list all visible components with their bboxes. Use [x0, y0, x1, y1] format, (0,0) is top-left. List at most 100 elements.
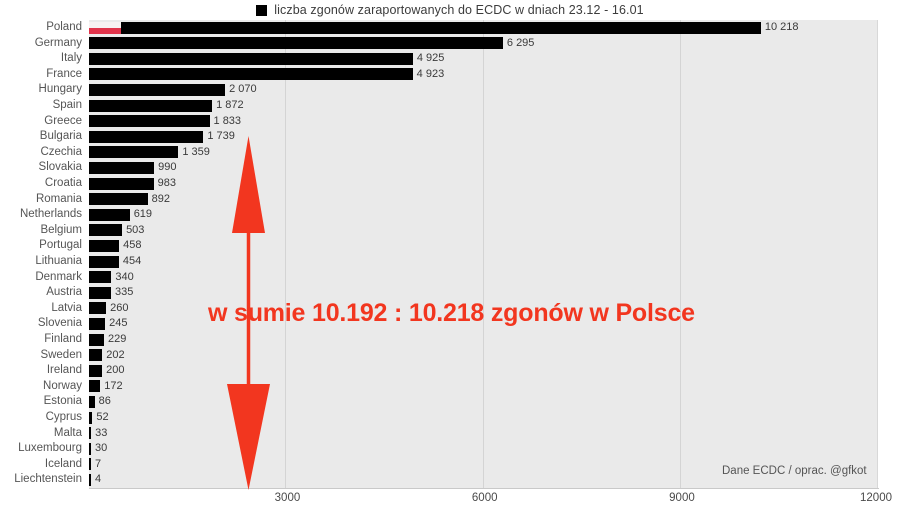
bar — [89, 115, 210, 128]
table-row: Portugal 458 — [0, 238, 900, 254]
table-row: France 4 923 — [0, 67, 900, 83]
category-label: Finland — [44, 333, 82, 345]
category-label: France — [46, 67, 82, 80]
category-label: Hungary — [38, 83, 82, 96]
bar — [89, 411, 93, 424]
category-label: Estonia — [43, 395, 82, 408]
value-label: 200 — [106, 364, 125, 377]
category-label: Portugal — [39, 239, 82, 252]
value-label: 1 833 — [213, 114, 242, 127]
flag-red-stripe — [89, 27, 121, 34]
table-row: Netherlands 619 — [0, 207, 900, 223]
value-label: 1 872 — [216, 99, 244, 111]
category-label: Bulgaria — [39, 130, 82, 143]
value-label: 202 — [106, 348, 125, 361]
category-label: Romania — [35, 192, 82, 205]
poland-flag-icon — [89, 21, 121, 34]
bar-rows: Poland 10 218 Germany 6 295 Italy 4 925 France… — [0, 20, 900, 488]
category-label: Cyprus — [45, 411, 82, 423]
bar — [89, 21, 761, 34]
value-label: 86 — [98, 395, 111, 408]
category-label: Germany — [34, 36, 82, 49]
value-label: 454 — [122, 255, 142, 267]
table-row: Germany 6 295 — [0, 36, 900, 52]
table-row: Malta 33 — [0, 426, 900, 442]
value-label: 2 070 — [229, 83, 257, 96]
category-label: Norway — [43, 379, 82, 392]
bar — [89, 349, 103, 362]
bar — [89, 364, 103, 377]
bar-chart: liczba zgonów zaraportowanych do ECDC w … — [0, 0, 900, 514]
bar — [89, 68, 413, 81]
value-label: 340 — [115, 270, 134, 283]
value-label: 503 — [126, 223, 145, 236]
table-row: Romania 892 — [0, 192, 900, 208]
bar — [89, 161, 155, 174]
x-axis: 3000 6000 9000 12000 — [0, 489, 900, 514]
bar — [89, 473, 91, 486]
bar — [89, 302, 107, 315]
value-label: 172 — [104, 379, 123, 392]
category-label: Lithuania — [35, 255, 82, 267]
category-label: Czechia — [40, 145, 82, 158]
value-label: 260 — [110, 301, 129, 314]
value-label: 52 — [96, 411, 109, 423]
bar — [89, 380, 101, 393]
table-row: Norway 172 — [0, 379, 900, 395]
table-row: Hungary 2 070 — [0, 82, 900, 98]
value-label: 983 — [157, 177, 176, 189]
value-label: 33 — [95, 426, 108, 439]
bar — [89, 286, 112, 299]
value-label: 7 — [95, 457, 102, 470]
x-axis-tick-label: 6000 — [471, 492, 498, 504]
bar — [89, 208, 130, 221]
square-swatch-icon — [256, 4, 268, 16]
category-label: Spain — [52, 99, 82, 111]
table-row: Bulgaria 1 739 — [0, 129, 900, 145]
category-label: Iceland — [44, 457, 82, 470]
value-label: 245 — [109, 317, 128, 330]
category-label: Slovakia — [38, 161, 82, 174]
x-axis-tick-label: 12000 — [860, 492, 892, 504]
bar — [89, 99, 213, 112]
category-label: Italy — [60, 52, 82, 65]
category-label: Denmark — [35, 270, 82, 283]
table-row: Ireland 200 — [0, 363, 900, 379]
table-row: Estonia 86 — [0, 394, 900, 410]
legend-label: liczba zgonów zaraportowanych do ECDC w … — [274, 3, 644, 17]
table-row: Greece 1 833 — [0, 114, 900, 130]
table-row: Czechia 1 359 — [0, 145, 900, 161]
bar — [89, 255, 119, 268]
bar — [89, 442, 91, 455]
category-label: Netherlands — [19, 208, 82, 221]
value-label: 458 — [123, 239, 142, 252]
category-label: Croatia — [44, 177, 82, 189]
bar — [89, 333, 105, 346]
table-row: Cyprus 52 — [0, 410, 900, 426]
bar — [89, 239, 120, 252]
category-label: Ireland — [46, 364, 82, 377]
bar — [89, 224, 123, 237]
bar — [89, 146, 179, 159]
category-label: Luxembourg — [18, 442, 82, 455]
bar — [89, 458, 91, 471]
value-label: 4 — [95, 473, 102, 486]
table-row: Luxembourg 30 — [0, 441, 900, 457]
table-row: Belgium 503 — [0, 223, 900, 239]
x-axis-tick-label: 3000 — [274, 492, 301, 504]
category-label: Liechtenstein — [14, 473, 82, 486]
table-row: Finland 229 — [0, 332, 900, 348]
annotation-text: w sumie 10.192 : 10.218 zgonów w Polsce — [208, 299, 695, 327]
table-row: Lithuania 454 — [0, 254, 900, 270]
value-label: 30 — [95, 442, 108, 455]
credit-label: Dane ECDC / oprac. @gfkot — [722, 465, 867, 477]
category-label: Poland — [46, 21, 82, 33]
bar — [89, 193, 148, 206]
x-axis-tick-label: 9000 — [669, 492, 695, 504]
bar — [89, 37, 503, 50]
value-label: 335 — [115, 286, 134, 299]
bar — [89, 52, 413, 65]
table-row: Italy 4 925 — [0, 51, 900, 67]
table-row: Slovakia 990 — [0, 160, 900, 176]
chart-legend: liczba zgonów zaraportowanych do ECDC w … — [0, 1, 900, 19]
